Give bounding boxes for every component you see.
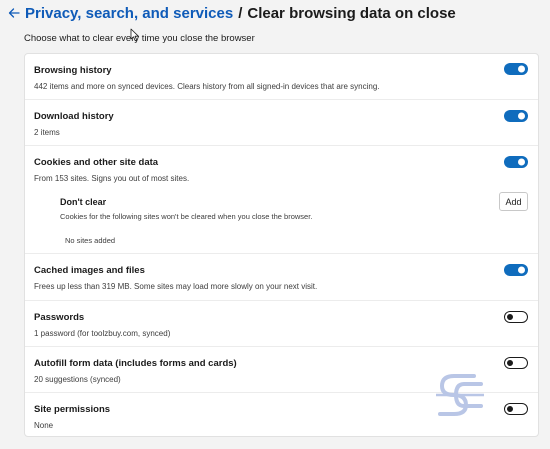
setting-title: Download history	[34, 111, 114, 122]
passwords-toggle[interactable]	[504, 311, 528, 323]
mouse-cursor-icon	[130, 28, 139, 42]
setting-description: 20 suggestions (synced)	[34, 375, 121, 384]
setting-row-cookies: Cookies and other site data From 153 sit…	[25, 145, 538, 253]
cached-images-toggle[interactable]	[504, 264, 528, 276]
toggle-knob	[507, 406, 513, 412]
toggle-knob	[507, 314, 513, 320]
settings-page: Privacy, search, and services / Clear br…	[0, 0, 550, 449]
setting-description: 2 items	[34, 128, 60, 137]
site-permissions-toggle[interactable]	[504, 403, 528, 415]
breadcrumb-separator: /	[238, 4, 243, 22]
setting-description: None	[34, 421, 54, 430]
dont-clear-description: Cookies for the following sites won't be…	[60, 212, 313, 221]
setting-row-download-history: Download history 2 items	[25, 99, 538, 145]
toggle-knob	[518, 158, 525, 166]
setting-description: 442 items and more on synced devices. Cl…	[34, 82, 380, 91]
setting-description: From 153 sites. Signs you out of most si…	[34, 174, 190, 183]
toggle-knob	[507, 360, 513, 366]
setting-title: Cookies and other site data	[34, 157, 159, 168]
sc-logo-watermark	[436, 374, 484, 416]
add-site-button[interactable]: Add	[499, 192, 528, 211]
page-title: Clear browsing data on close	[247, 4, 456, 22]
setting-row-cached-images: Cached images and files Frees up less th…	[25, 253, 538, 300]
toggle-knob	[518, 65, 525, 73]
no-sites-text: No sites added	[65, 236, 116, 245]
dont-clear-title: Don't clear	[60, 197, 107, 207]
breadcrumb-parent-link[interactable]: Privacy, search, and services	[25, 5, 233, 22]
setting-title: Passwords	[34, 312, 85, 323]
setting-title: Site permissions	[34, 404, 111, 415]
setting-row-passwords: Passwords 1 password (for toolzbuy.com, …	[25, 300, 538, 346]
toggle-knob	[518, 266, 525, 274]
setting-title: Browsing history	[34, 65, 112, 76]
setting-title: Cached images and files	[34, 265, 145, 276]
page-header: Privacy, search, and services / Clear br…	[6, 2, 456, 24]
back-arrow-icon[interactable]	[6, 5, 22, 21]
browsing-history-toggle[interactable]	[504, 63, 528, 75]
setting-title: Autofill form data (includes forms and c…	[34, 358, 237, 369]
setting-row-browsing-history: Browsing history 442 items and more on s…	[25, 54, 538, 99]
toggle-knob	[518, 112, 525, 120]
cookies-toggle[interactable]	[504, 156, 528, 168]
autofill-toggle[interactable]	[504, 357, 528, 369]
setting-description: 1 password (for toolzbuy.com, synced)	[34, 329, 171, 338]
setting-description: Frees up less than 319 MB. Some sites ma…	[34, 282, 318, 291]
download-history-toggle[interactable]	[504, 110, 528, 122]
